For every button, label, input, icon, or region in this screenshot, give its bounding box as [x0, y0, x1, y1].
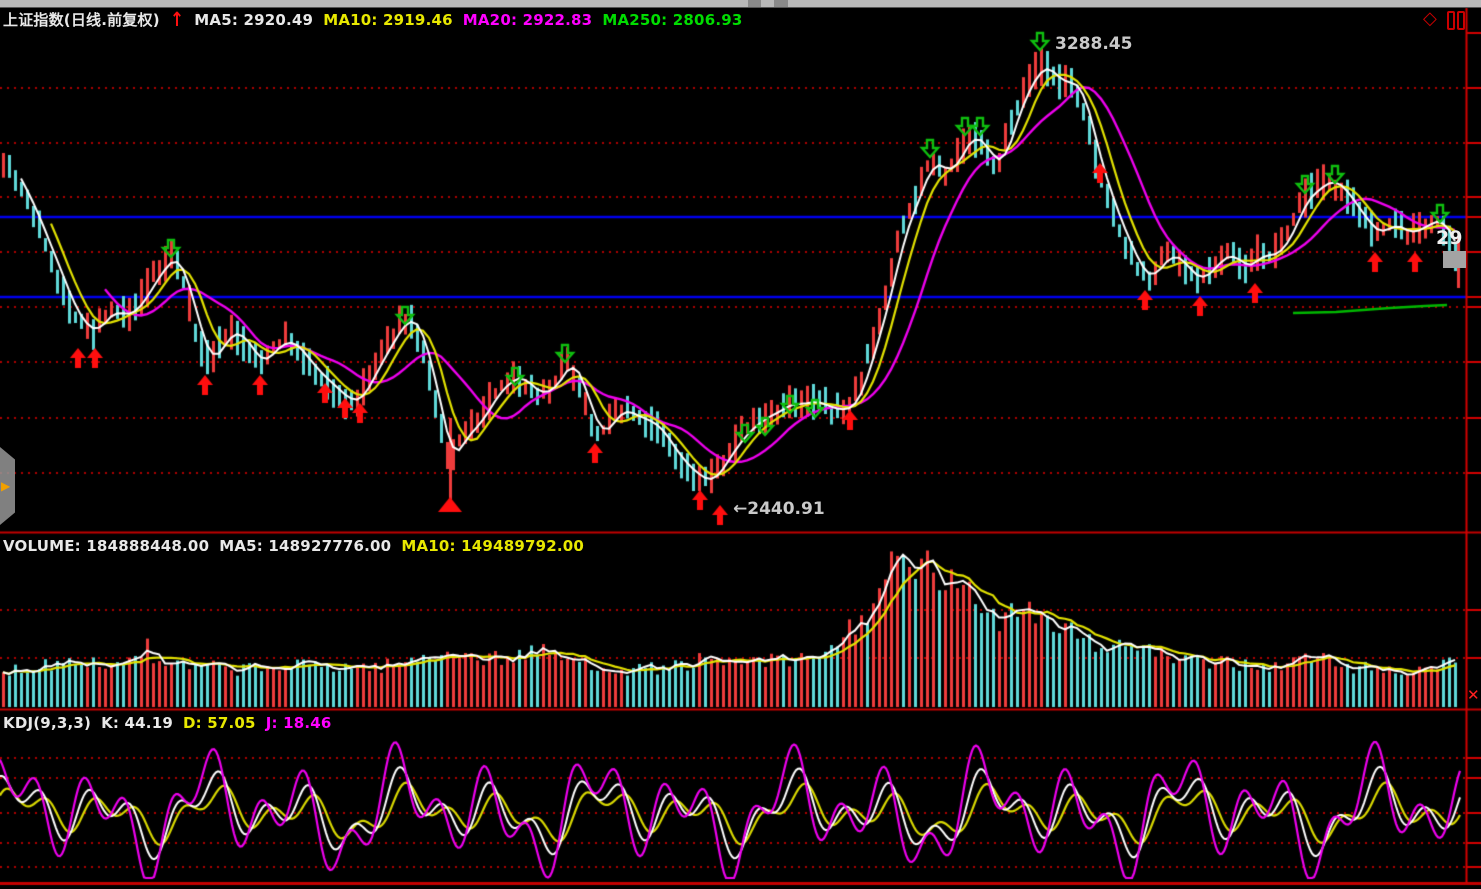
- kdj-j-value: J: 18.46: [266, 714, 332, 732]
- close-panel-icon[interactable]: ✕: [1467, 686, 1480, 704]
- volume-ma5-value: MA5: 148927776.00: [219, 537, 391, 555]
- toolbar-notch: [774, 0, 788, 7]
- expand-arrow-icon: ▶: [1, 479, 10, 493]
- toolbar-notch: [748, 0, 761, 7]
- trading-app-window: 上证指数(日线.前复权) ↑ MA5: 2920.49 MA10: 2919.4…: [0, 0, 1481, 889]
- volume-panel-header: VOLUME: 184888448.00 MA5: 148927776.00 M…: [3, 537, 584, 555]
- sidebar-expand-tab[interactable]: ▶: [0, 447, 15, 525]
- top-toolbar-edge: [0, 0, 1481, 8]
- ma10-value: MA10: 2919.46: [323, 11, 453, 29]
- ma250-value: MA250: 2806.93: [602, 11, 742, 29]
- volume-value: VOLUME: 184888448.00: [3, 537, 209, 555]
- peak-price-annotation: 3288.45: [1055, 34, 1132, 54]
- symbol-title: 上证指数(日线.前复权): [3, 9, 160, 30]
- kdj-d-value: D: 57.05: [183, 714, 256, 732]
- ma5-value: MA5: 2920.49: [194, 11, 313, 29]
- chart-canvas[interactable]: [0, 0, 1481, 889]
- ma20-value: MA20: 2922.83: [463, 11, 593, 29]
- buy-signal-icon: ↑: [170, 8, 184, 31]
- price-tag-box: [1443, 251, 1466, 268]
- kdj-title: KDJ(9,3,3): [3, 714, 91, 732]
- main-chart-header: 上证指数(日线.前复权) ↑ MA5: 2920.49 MA10: 2919.4…: [3, 9, 743, 30]
- diamond-icon[interactable]: ◇: [1423, 8, 1437, 29]
- volume-ma10-value: MA10: 149489792.00: [401, 537, 584, 555]
- kdj-k-value: K: 44.19: [101, 714, 173, 732]
- last-price-label: 29: [1436, 227, 1462, 249]
- kdj-panel-header: KDJ(9,3,3) K: 44.19 D: 57.05 J: 18.46: [3, 714, 332, 732]
- low-price-annotation: ←2440.91: [733, 499, 825, 519]
- split-window-icon[interactable]: [1447, 11, 1465, 28]
